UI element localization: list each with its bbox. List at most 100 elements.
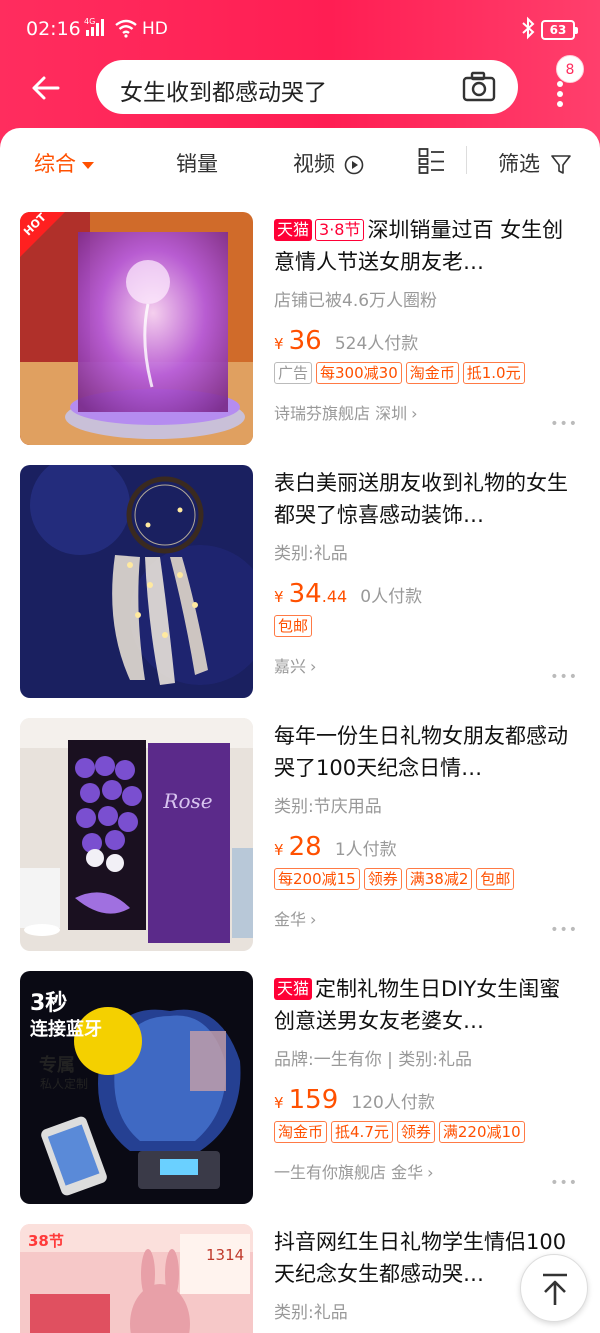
product-card[interactable]: 3秒 连接蓝牙 专属 私人定制 天猫 定制礼物生日DIY女生闺蜜创意送男女友老婆女… <box>0 971 600 1224</box>
promo-tag: 满220减10 <box>438 1121 525 1143</box>
tmall-tag: 天猫 <box>274 219 313 241</box>
promo-tag: 淘金币 <box>405 362 459 384</box>
back-arrow-icon[interactable] <box>28 70 64 106</box>
funnel-icon <box>550 155 571 174</box>
status-bar: 02:16 4G HD 63 <box>0 0 600 60</box>
rose-gift-box-image: Rose <box>20 718 253 951</box>
cellular-signal-icon: 4G <box>84 17 104 36</box>
arrow-up-icon <box>543 1273 567 1305</box>
product-subtitle: 品牌:一生有你 | 类别:礼品 <box>274 1050 472 1070</box>
hd-indicator: HD <box>142 19 168 39</box>
thumb-headline: 3秒 <box>30 991 68 1016</box>
layout-toggle-icon[interactable] <box>418 147 446 175</box>
more-dots-icon[interactable]: ••• <box>550 416 578 432</box>
filter-button[interactable]: 筛选 <box>498 148 571 178</box>
promo-tag: 领券 <box>396 1121 435 1143</box>
sort-tab-comprehensive[interactable]: 综合 <box>34 148 94 178</box>
thumb-subline: 连接蓝牙 <box>30 1019 102 1040</box>
more-dots-icon[interactable]: ••• <box>550 1175 578 1191</box>
product-image[interactable]: Rose <box>20 718 253 951</box>
sort-tab-label: 销量 <box>176 152 218 176</box>
product-subtitle: 店铺已被4.6万人圈粉 <box>274 291 438 311</box>
product-image[interactable]: HOT <box>20 212 253 445</box>
shop-name: 金华 <box>274 910 307 929</box>
promo-tags: 淘金币 抵4.7元 领券 满220减10 <box>274 1121 580 1147</box>
paid-count: 0人付款 <box>360 587 423 607</box>
shop-link[interactable]: 一生有你旗舰店 金华 › <box>274 1159 580 1183</box>
chevron-right-icon: › <box>310 657 317 676</box>
promo-tag: 每300减30 <box>316 362 402 384</box>
sort-tab-sales[interactable]: 销量 <box>176 148 218 178</box>
play-circle-icon <box>344 155 363 175</box>
product-image[interactable]: 38节 1314 <box>20 1224 253 1333</box>
sort-tab-video[interactable]: 视频 <box>293 148 364 178</box>
price: 28 <box>288 832 322 862</box>
tmall-tag: 天猫 <box>274 978 313 1000</box>
promo-tags: 包邮 <box>274 615 580 641</box>
product-title[interactable]: 天猫 定制礼物生日DIY女生闺蜜创意送男女友老婆女… <box>274 973 580 1037</box>
price-row: ¥ 36 524人付款 <box>274 326 580 358</box>
price: 159 <box>288 1085 339 1115</box>
paid-count: 524人付款 <box>334 334 419 354</box>
divider <box>466 146 467 174</box>
price: 34 <box>288 579 322 609</box>
promo-tag: 包邮 <box>476 868 515 890</box>
product-title[interactable]: 天猫 3·8节 深圳销量过百 女生创意情人节送女朋友老… <box>274 214 580 278</box>
sort-tab-label: 综合 <box>34 152 76 176</box>
product-title-text: 每年一份生日礼物女朋友都感动哭了100天纪念日情… <box>274 724 568 780</box>
product-card[interactable]: Rose 每年一份生日礼物女朋友都感动哭了100天纪念日情… 类别:节庆用品 ¥… <box>0 718 600 971</box>
promo-tag: 抵4.7元 <box>331 1121 393 1143</box>
battery-icon: 63 <box>541 20 578 40</box>
product-title-text: 表白美丽送朋友收到礼物的女生都哭了惊喜感动装饰… <box>274 471 568 527</box>
product-title[interactable]: 表白美丽送朋友收到礼物的女生都哭了惊喜感动装饰… <box>274 467 580 531</box>
shop-link[interactable]: 嘉兴 › <box>274 653 580 677</box>
search-query-text: 女生收到都感动哭了 <box>120 80 327 106</box>
price-row: ¥ 34.44 0人付款 <box>274 579 580 611</box>
promo-tag: 包邮 <box>274 615 313 637</box>
sort-bar: 综合 销量 视频 筛选 <box>0 128 600 194</box>
shop-link[interactable]: 诗瑞芬旗舰店 深圳 › <box>274 400 580 424</box>
promo-tag: 满38减2 <box>405 868 473 890</box>
product-info: 天猫 定制礼物生日DIY女生闺蜜创意送男女友老婆女… 品牌:一生有你 | 类别:礼… <box>274 973 580 1183</box>
filter-label: 筛选 <box>498 152 540 176</box>
product-info: 表白美丽送朋友收到礼物的女生都哭了惊喜感动装饰… 类别:礼品 ¥ 34.44 0… <box>274 467 580 677</box>
chevron-right-icon: › <box>310 910 317 929</box>
festival-badge: 38节 <box>28 1232 64 1250</box>
product-card[interactable]: HOT 天猫 3·8节 深圳销量过百 女生创意情人节送女朋友老… 店铺已被4.6万人… <box>0 212 600 465</box>
currency-symbol: ¥ <box>274 588 284 606</box>
bluetooth-icon <box>522 16 535 40</box>
svg-text:Rose: Rose <box>162 789 212 813</box>
more-dots-icon[interactable]: ••• <box>550 922 578 938</box>
shop-link[interactable]: 金华 › <box>274 906 580 930</box>
wifi-icon <box>115 19 137 38</box>
product-title[interactable]: 每年一份生日礼物女朋友都感动哭了100天纪念日情… <box>274 720 580 784</box>
camera-icon[interactable] <box>462 71 496 103</box>
product-image[interactable] <box>20 465 253 698</box>
product-card[interactable]: 表白美丽送朋友收到礼物的女生都哭了惊喜感动装饰… 类别:礼品 ¥ 34.44 0… <box>0 465 600 718</box>
promo-tag: 淘金币 <box>274 1121 328 1143</box>
paid-count: 120人付款 <box>351 1093 435 1113</box>
promo-tags: 广告 每300减30 淘金币 抵1.0元 <box>274 362 580 388</box>
currency-symbol: ¥ <box>274 841 284 859</box>
crystal-rose-image <box>20 212 253 445</box>
price: 36 <box>288 326 322 356</box>
back-to-top-button[interactable] <box>520 1254 588 1322</box>
festival-tag: 3·8节 <box>315 219 365 241</box>
shop-name: 嘉兴 <box>274 657 307 676</box>
promo-tags: 每200减15 领券 满38减2 包邮 <box>274 868 580 894</box>
chevron-right-icon: › <box>411 404 418 423</box>
paid-count: 1人付款 <box>334 840 397 860</box>
product-image[interactable]: 3秒 连接蓝牙 专属 私人定制 <box>20 971 253 1204</box>
promo-tag: 领券 <box>363 868 402 890</box>
thumb-number: 1314 <box>206 1246 245 1264</box>
promo-tag: 每200减15 <box>274 868 360 890</box>
product-card[interactable]: 38节 1314 抖音网红生日礼物学生情侣100天纪念女生都感动哭… 类别:礼品 <box>0 1224 600 1333</box>
more-dots-icon[interactable]: ••• <box>550 669 578 685</box>
search-input[interactable]: 女生收到都感动哭了 <box>96 60 518 114</box>
currency-symbol: ¥ <box>274 1094 284 1112</box>
shop-name: 诗瑞芬旗舰店 深圳 <box>274 404 408 423</box>
product-subtitle: 类别:礼品 <box>274 544 348 564</box>
network-type: 4G <box>84 17 95 26</box>
sort-tab-label: 视频 <box>293 152 335 176</box>
message-badge: 8 <box>556 55 584 83</box>
